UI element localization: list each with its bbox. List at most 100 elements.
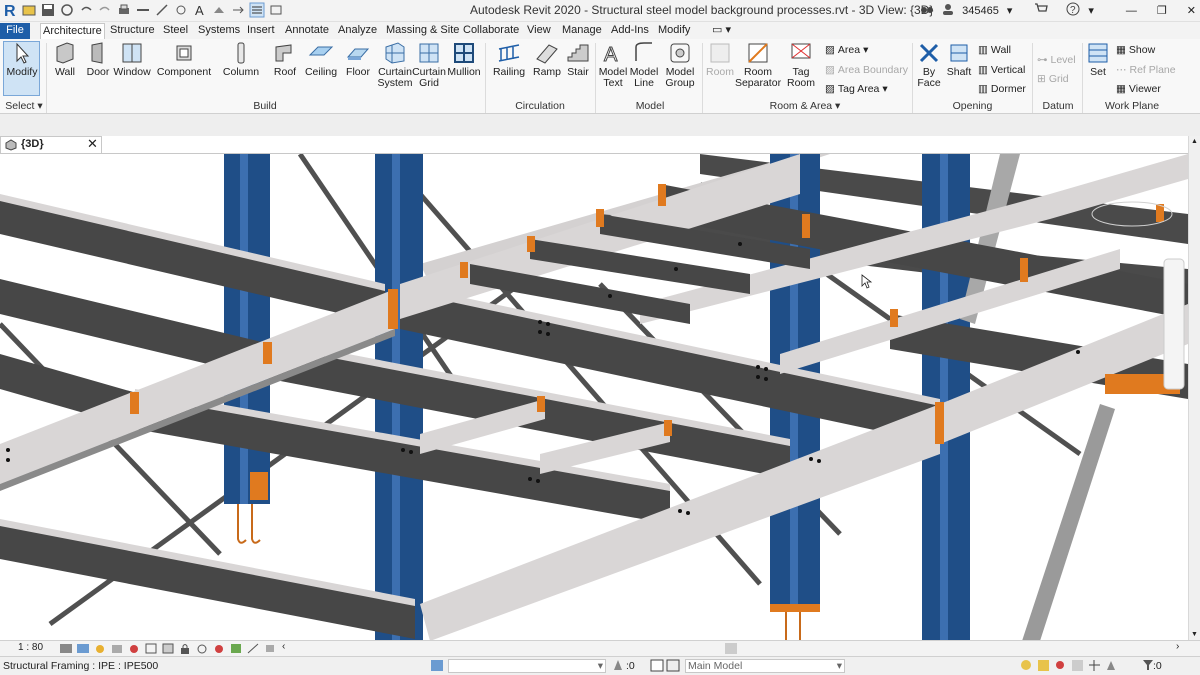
tab-architecture[interactable]: Architecture: [40, 23, 105, 39]
render-icon[interactable]: [128, 643, 140, 657]
view-scale[interactable]: 1 : 80: [18, 642, 43, 653]
reveal-hidden-icon[interactable]: [213, 643, 225, 657]
tab-manage[interactable]: Manage: [560, 23, 604, 39]
wall-button[interactable]: Wall: [52, 41, 78, 78]
worksharing-display-icon[interactable]: [230, 643, 242, 657]
chevron-down-icon[interactable]: ▾: [1007, 4, 1013, 17]
room-button[interactable]: Room: [706, 41, 734, 78]
tag-icon[interactable]: [173, 2, 189, 18]
switch-windows-icon[interactable]: [268, 2, 284, 18]
text-icon[interactable]: A: [192, 2, 208, 18]
section-icon[interactable]: [230, 2, 246, 18]
area-boundary-button[interactable]: ▨ Area Boundary: [825, 64, 908, 76]
editable-only-icon[interactable]: [612, 659, 624, 675]
temporary-hide-icon[interactable]: [196, 643, 208, 657]
detail-level-icon[interactable]: [60, 643, 72, 657]
worksets-icon[interactable]: [430, 659, 444, 675]
set-button[interactable]: Set: [1086, 41, 1110, 78]
tab-steel[interactable]: Steel: [161, 23, 190, 39]
user-icon[interactable]: [942, 3, 954, 18]
close-icon[interactable]: ✕: [87, 136, 98, 151]
model-line-button[interactable]: Model Line: [629, 41, 659, 89]
tab-insert[interactable]: Insert: [245, 23, 277, 39]
chevron-down-icon[interactable]: ▾: [1088, 4, 1094, 17]
railing-button[interactable]: Railing: [492, 41, 526, 78]
tag-area-button[interactable]: ▨ Tag Area ▾: [825, 83, 888, 95]
wall-opening-button[interactable]: ▥ Wall: [978, 44, 1011, 56]
navigation-bar[interactable]: [1163, 258, 1185, 390]
level-button[interactable]: ⊶ Level: [1037, 54, 1076, 66]
thin-lines-icon[interactable]: [249, 2, 265, 18]
dimension-icon[interactable]: [154, 2, 170, 18]
select-pinned-icon[interactable]: [1054, 659, 1067, 675]
vertical-scrollbar[interactable]: ▲ ▼: [1188, 136, 1200, 640]
grid-button[interactable]: ⊞ Grid: [1037, 73, 1069, 85]
scroll-up-icon[interactable]: ▲: [1191, 138, 1198, 145]
model-text-button[interactable]: A Model Text: [598, 41, 628, 89]
select-links-icon[interactable]: [1020, 659, 1033, 675]
tab-massing-site[interactable]: Massing & Site: [384, 23, 461, 39]
steel-model-canvas[interactable]: [0, 154, 1188, 640]
room-separator-button[interactable]: Room Separator: [735, 41, 781, 89]
print-icon[interactable]: [116, 2, 132, 18]
undo-icon[interactable]: [78, 2, 94, 18]
panel-room-area-label[interactable]: Room & Area ▾: [760, 100, 850, 112]
tab-modify[interactable]: Modify: [656, 23, 692, 39]
column-button[interactable]: Column: [223, 41, 259, 78]
revit-logo-icon[interactable]: R: [2, 2, 18, 18]
open-icon[interactable]: [21, 2, 37, 18]
scroll-down-icon[interactable]: ▼: [1191, 631, 1198, 638]
analytical-model-icon[interactable]: [247, 643, 259, 657]
horizontal-scrollbar-thumb[interactable]: [725, 643, 737, 654]
drag-elements-icon[interactable]: [1088, 659, 1101, 675]
user-name[interactable]: 345465: [962, 5, 999, 17]
area-button[interactable]: ▨ Area ▾: [825, 44, 868, 56]
design-options-icon[interactable]: [650, 659, 664, 675]
close-icon[interactable]: ✕: [1187, 4, 1196, 17]
crop-view-icon[interactable]: [145, 643, 157, 657]
ramp-button[interactable]: Ramp: [532, 41, 562, 78]
select-underlay-icon[interactable]: [1037, 659, 1050, 675]
3d-viewport[interactable]: [0, 153, 1188, 640]
cart-icon[interactable]: [1034, 3, 1049, 18]
select-by-face-icon[interactable]: [1071, 659, 1084, 675]
viewer-button[interactable]: ▦ Viewer: [1116, 83, 1161, 95]
curtain-grid-button[interactable]: Curtain Grid: [412, 41, 446, 89]
tab-analyze[interactable]: Analyze: [336, 23, 379, 39]
tab-structure[interactable]: Structure: [108, 23, 157, 39]
ref-plane-button[interactable]: ⋯ Ref Plane: [1116, 64, 1176, 76]
lock-view-icon[interactable]: [179, 643, 191, 657]
vertical-opening-button[interactable]: ▥ Vertical: [978, 64, 1025, 76]
design-options-icon-2[interactable]: [666, 659, 680, 675]
tab-add-ins[interactable]: Add-Ins: [609, 23, 651, 39]
tab-collaborate[interactable]: Collaborate: [461, 23, 521, 39]
tab-systems[interactable]: Systems: [196, 23, 242, 39]
horizontal-scroll-right-icon[interactable]: ›: [1176, 641, 1179, 652]
stair-button[interactable]: Stair: [564, 41, 592, 78]
shadows-icon[interactable]: [111, 643, 123, 657]
door-button[interactable]: Door: [85, 41, 111, 78]
help-icon[interactable]: ?: [1066, 2, 1080, 19]
tab-file[interactable]: File: [0, 23, 30, 39]
floor-button[interactable]: Floor: [344, 41, 372, 78]
restore-icon[interactable]: ❐: [1157, 4, 1167, 17]
horizontal-scroll-left-icon[interactable]: ‹: [282, 641, 285, 652]
view-tab-3d[interactable]: {3D} ✕: [0, 136, 102, 153]
select-dropdown[interactable]: Select ▾: [4, 100, 44, 112]
save-icon[interactable]: [40, 2, 56, 18]
contextual-tab-dropdown[interactable]: ▭ ▾: [710, 23, 733, 39]
modify-tool[interactable]: Modify: [6, 41, 38, 78]
mullion-button[interactable]: Mullion: [447, 41, 481, 78]
tag-room-button[interactable]: Tag Room: [786, 41, 816, 89]
tab-view[interactable]: View: [525, 23, 553, 39]
tab-annotate[interactable]: Annotate: [283, 23, 331, 39]
redo-icon[interactable]: [97, 2, 113, 18]
show-crop-icon[interactable]: [162, 643, 174, 657]
window-button[interactable]: Window: [113, 41, 151, 78]
visual-style-icon[interactable]: [77, 643, 89, 657]
curtain-system-button[interactable]: Curtain System: [377, 41, 413, 89]
component-button[interactable]: Component: [157, 41, 211, 78]
shaft-button[interactable]: Shaft: [945, 41, 973, 78]
model-group-button[interactable]: Model Group: [664, 41, 696, 89]
ceiling-button[interactable]: Ceiling: [304, 41, 338, 78]
